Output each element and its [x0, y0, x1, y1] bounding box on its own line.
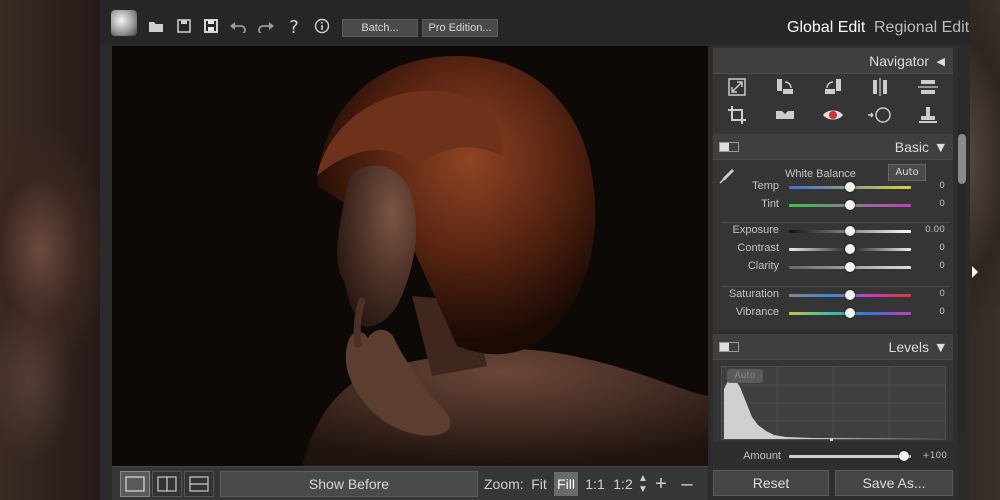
basic-header[interactable]: Basic ▼ — [713, 134, 953, 160]
slider-value-clarity: 0 — [939, 261, 945, 271]
amount-value: +100 — [922, 451, 947, 461]
save-icon[interactable] — [174, 18, 194, 38]
slider-thumb-exposure[interactable] — [845, 226, 855, 236]
white-balance-label: White Balance — [785, 168, 856, 180]
zoom-fill-button[interactable]: Fill — [554, 472, 578, 496]
red-eye-icon[interactable] — [821, 106, 845, 128]
slider-label-tint: Tint — [761, 198, 779, 210]
levels-toggle[interactable] — [719, 342, 739, 352]
reset-button[interactable]: Reset — [713, 470, 829, 496]
open-folder-icon[interactable] — [146, 18, 166, 38]
info-icon[interactable] — [312, 18, 332, 38]
scrollbar-thumb[interactable] — [958, 134, 966, 184]
slider-thumb-clarity[interactable] — [845, 262, 855, 272]
split-horizontal-view-button[interactable] — [184, 471, 214, 497]
portrait-photo — [112, 46, 708, 466]
amount-track[interactable] — [789, 455, 911, 458]
flip-horizontal-icon[interactable] — [868, 78, 892, 100]
right-collapse-arrow[interactable] — [972, 266, 978, 278]
global-edit-tab[interactable]: Global Edit — [787, 19, 865, 37]
pro-edition-button[interactable]: Pro Edition... — [422, 19, 498, 37]
zoom-1-1-button[interactable]: 1:1 — [582, 472, 608, 496]
amount-label: Amount — [743, 450, 781, 462]
divider — [721, 222, 949, 223]
save-as-button[interactable]: Save As... — [835, 470, 953, 496]
amount-slider-thumb[interactable] — [899, 451, 909, 461]
slider-value-tint: 0 — [939, 199, 945, 209]
basic-section: White Balance Auto Temp 0 Tint 0 Exposure 0.0… — [713, 160, 953, 330]
levels-header[interactable]: Levels ▼ — [713, 334, 953, 360]
expand-down-icon: ▼ — [936, 341, 945, 354]
amount-row: Amount +100 — [713, 442, 953, 468]
undo-icon[interactable] — [228, 18, 248, 38]
zoom-1-2-button[interactable]: 1:2 — [610, 472, 636, 496]
navigator-title: Navigator — [869, 53, 929, 69]
navigator-tools — [713, 74, 953, 134]
slider-label-vibrance: Vibrance — [735, 306, 779, 318]
healing-icon[interactable] — [868, 106, 892, 128]
slider-label-exposure: Exposure — [732, 224, 779, 236]
slider-label-contrast: Contrast — [737, 242, 779, 254]
adjustments-panel: Navigator ◀ Basic ▼ White Balance Auto T… — [711, 46, 958, 500]
save-as-icon[interactable] — [201, 18, 221, 38]
clone-stamp-icon[interactable] — [916, 106, 940, 128]
slider-value-contrast: 0 — [939, 243, 945, 253]
resize-icon[interactable] — [725, 78, 749, 100]
slider-value-saturation: 0 — [939, 289, 945, 299]
help-icon[interactable]: ? — [284, 18, 304, 38]
basic-title: Basic — [894, 139, 929, 155]
slider-value-temp: 0 — [939, 181, 945, 191]
zoom-in-icon[interactable]: + — [652, 472, 670, 496]
redo-icon[interactable] — [256, 18, 276, 38]
slider-value-vibrance: 0 — [939, 307, 945, 317]
flip-vertical-icon[interactable] — [916, 78, 940, 100]
regional-edit-tab[interactable]: Regional Edit — [874, 19, 969, 37]
single-view-button[interactable] — [120, 471, 150, 497]
slider-label-temp: Temp — [752, 180, 779, 192]
divider — [721, 286, 949, 287]
rotate-left-icon[interactable] — [773, 78, 797, 100]
levels-midpoint-marker[interactable] — [830, 438, 833, 441]
rotate-right-icon[interactable] — [821, 78, 845, 100]
white-balance-auto-button[interactable]: Auto — [888, 164, 926, 181]
bottom-toolbar: Show Before Zoom: Fit Fill 1:1 1:2 ▲ ▼ + … — [112, 466, 708, 500]
slider-thumb-tint[interactable] — [845, 200, 855, 210]
levels-section: Auto — [713, 360, 953, 442]
slider-value-exposure: 0.00 — [924, 225, 945, 235]
panel-scrollbar[interactable] — [958, 130, 966, 432]
slider-thumb-vibrance[interactable] — [845, 308, 855, 318]
slider-label-saturation: Saturation — [728, 288, 779, 300]
expand-down-icon: ▼ — [936, 141, 945, 154]
zoom-stepper-icon[interactable]: ▲ ▼ — [636, 472, 650, 496]
levels-title: Levels — [888, 339, 929, 355]
batch-button[interactable]: Batch... — [342, 19, 418, 37]
photo-canvas[interactable] — [112, 46, 708, 466]
slider-label-clarity: Clarity — [747, 260, 779, 272]
collapse-left-icon: ◀ — [936, 55, 945, 68]
navigator-header[interactable]: Navigator ◀ — [713, 48, 953, 74]
zoom-fit-button[interactable]: Fit — [528, 472, 550, 496]
slider-thumb-contrast[interactable] — [845, 244, 855, 254]
slider-thumb-temp[interactable] — [845, 182, 855, 192]
split-vertical-view-button[interactable] — [152, 471, 182, 497]
app-logo[interactable] — [111, 10, 137, 36]
straighten-icon[interactable] — [773, 106, 797, 128]
basic-toggle[interactable] — [719, 142, 739, 152]
zoom-out-icon[interactable]: – — [678, 472, 696, 496]
top-toolbar: ? Batch... Pro Edition... Global Edit Re… — [100, 0, 970, 44]
editor-window: ? Batch... Pro Edition... Global Edit Re… — [100, 0, 970, 500]
zoom-label: Zoom: — [484, 476, 524, 492]
show-before-button[interactable]: Show Before — [220, 471, 478, 497]
crop-icon[interactable] — [725, 106, 749, 128]
slider-thumb-saturation[interactable] — [845, 290, 855, 300]
levels-auto-button[interactable]: Auto — [727, 369, 763, 383]
